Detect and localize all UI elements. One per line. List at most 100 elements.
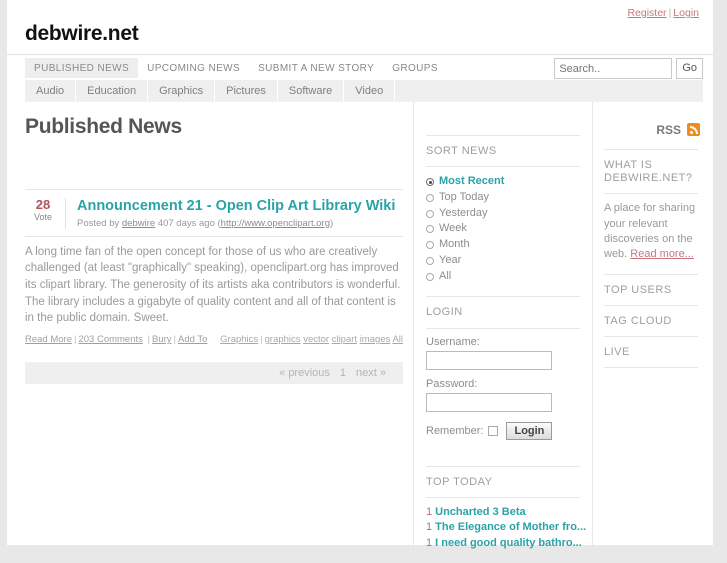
sort-news-body: Most Recent Top Today Yesterday Week Mon…: [426, 167, 588, 296]
story-action-links: Read More | 203 Comments | Bury | Add To Grap…: [25, 334, 409, 345]
category-education[interactable]: Education: [76, 80, 149, 102]
pagination: « previous 1 next »: [25, 362, 403, 385]
middle-sidebar: SORT NEWS Most Recent Top Today Yesterda…: [413, 102, 588, 563]
story-tags: Graphics | graphics vector clipart images …: [220, 334, 403, 345]
story-actions-left: Read More | 203 Comments | Bury | Add To: [25, 334, 207, 345]
sort-option-week[interactable]: Week: [426, 221, 588, 237]
comments-link[interactable]: 203 Comments: [78, 334, 142, 345]
remember-checkbox[interactable]: [488, 425, 499, 436]
sort-option-label: Week: [439, 222, 467, 235]
radio-icon[interactable]: [426, 272, 434, 281]
category-audio[interactable]: Audio: [25, 80, 77, 102]
top-today-link[interactable]: Uncharted 3 Beta: [435, 506, 525, 518]
top-today-heading: TOP TODAY: [426, 465, 580, 498]
tag-all[interactable]: All: [392, 334, 403, 345]
nav-link-groups[interactable]: GROUPS: [383, 58, 447, 78]
username-label: Username:: [426, 335, 480, 348]
tag-vector[interactable]: vector: [303, 334, 329, 345]
sort-options-list: Most Recent Top Today Yesterday Week Mon…: [426, 174, 588, 284]
login-link[interactable]: Login: [673, 7, 699, 19]
nav-item-groups[interactable]: GROUPS: [383, 58, 447, 78]
about-text: A place for sharing your relevant discov…: [604, 194, 704, 274]
live-heading[interactable]: LIVE: [604, 337, 698, 369]
sort-option-yesterday[interactable]: Yesterday: [426, 206, 588, 222]
top-today-link[interactable]: I need good quality bathro...: [435, 537, 582, 549]
search-area: Go: [554, 58, 703, 79]
radio-icon[interactable]: [426, 209, 434, 218]
category-bar: Audio Education Graphics Pictures Softwa…: [25, 80, 703, 102]
top-users-heading[interactable]: TOP USERS: [604, 273, 698, 306]
pagination-next[interactable]: next »: [351, 367, 391, 379]
radio-icon[interactable]: [426, 178, 434, 187]
tag-clipart[interactable]: clipart: [332, 334, 357, 345]
register-link[interactable]: Register: [627, 7, 666, 19]
username-field[interactable]: [426, 350, 552, 370]
bury-link[interactable]: Bury: [152, 334, 172, 345]
page-title-row: Published News: [25, 102, 409, 137]
page-container: Register | Login debwire.net PUBLISHED NEW…: [7, 0, 713, 563]
tag-category-graphics[interactable]: Graphics: [220, 334, 258, 345]
top-today-list: 1 Uncharted 3 Beta 1 The Elegance of Mothe…: [426, 505, 588, 551]
about-read-more-link[interactable]: Read more...: [630, 248, 694, 260]
sort-option-label: Year: [439, 253, 462, 266]
nav-link-published-news[interactable]: PUBLISHED NEWS: [25, 58, 139, 78]
tag-cloud-heading[interactable]: TAG CLOUD: [604, 306, 698, 338]
nav-item-published-news[interactable]: PUBLISHED NEWS: [25, 58, 139, 78]
read-more-link[interactable]: Read More: [25, 334, 72, 345]
remember-row: Remember: Login: [426, 421, 588, 440]
category-pictures[interactable]: Pictures: [215, 80, 278, 102]
top-today-link[interactable]: The Elegance of Mother fro...: [435, 521, 586, 533]
nav-link-upcoming-news[interactable]: UPCOMING NEWS: [138, 58, 249, 78]
sort-option-month[interactable]: Month: [426, 237, 588, 253]
pagination-previous[interactable]: « previous: [274, 367, 335, 379]
sort-option-label: Top Today: [439, 190, 489, 203]
sort-option-label: Yesterday: [439, 206, 488, 219]
radio-icon[interactable]: [426, 256, 434, 265]
vote-box[interactable]: 28 Vote: [25, 198, 66, 229]
story-meta: Posted by debwire 407 days ago (http://w…: [77, 218, 395, 229]
nav-item-submit-story[interactable]: SUBMIT A NEW STORY: [249, 58, 383, 78]
action-sep-2: |: [144, 334, 150, 346]
pagination-current-page: 1: [339, 367, 347, 380]
rss-icon[interactable]: [687, 123, 700, 137]
list-item: 1I need good quality bathro...: [426, 536, 588, 551]
sort-option-top-today[interactable]: Top Today: [426, 190, 588, 206]
login-body: Username: Password: Remember: Login: [426, 329, 588, 452]
vote-label[interactable]: Vote: [25, 212, 61, 224]
nav-item-upcoming-news[interactable]: UPCOMING NEWS: [138, 58, 249, 78]
remember-label: Remember:: [426, 424, 484, 437]
story-header: 28 Vote Announcement 21 - Open Clip Art …: [25, 189, 403, 237]
category-software[interactable]: Software: [278, 80, 345, 102]
category-video[interactable]: Video: [344, 80, 396, 102]
story-title-link[interactable]: Announcement 21 - Open Clip Art Library …: [77, 198, 395, 215]
radio-icon[interactable]: [426, 225, 434, 234]
rss-row: RSS: [604, 102, 704, 137]
search-input[interactable]: [554, 58, 673, 79]
login-heading: LOGIN: [426, 296, 580, 329]
sort-option-label: All: [439, 269, 452, 282]
story-posted-by-label: Posted by: [77, 217, 120, 229]
password-field[interactable]: [426, 392, 552, 412]
story-author-link[interactable]: debwire: [122, 218, 155, 229]
sort-option-all[interactable]: All: [426, 269, 588, 285]
tag-images[interactable]: images: [360, 334, 391, 345]
site-logo[interactable]: debwire.net: [25, 23, 713, 44]
main-navigation: PUBLISHED NEWS UPCOMING NEWS SUBMIT A NE…: [7, 54, 713, 80]
category-graphics[interactable]: Graphics: [148, 80, 216, 102]
about-heading: WHAT IS DEBWIRE.NET?: [604, 148, 698, 195]
story-source-link[interactable]: http://www.openclipart.org: [221, 218, 330, 229]
radio-icon[interactable]: [426, 193, 434, 202]
sort-option-year[interactable]: Year: [426, 253, 588, 269]
nav-link-submit-story[interactable]: SUBMIT A NEW STORY: [249, 58, 383, 78]
add-to-link[interactable]: Add To: [178, 334, 207, 345]
tag-graphics[interactable]: graphics: [265, 334, 301, 345]
search-go-button[interactable]: Go: [676, 58, 703, 79]
secondary-headings-block: TOP USERS TAG CLOUD LIVE: [604, 273, 704, 369]
right-sidebar: RSS WHAT IS DEBWIRE.NET? A place for sha…: [592, 102, 704, 563]
story-header-body: Announcement 21 - Open Clip Art Library …: [66, 198, 395, 229]
sort-option-most-recent[interactable]: Most Recent: [426, 174, 588, 190]
rss-label[interactable]: RSS: [656, 123, 681, 137]
radio-icon[interactable]: [426, 241, 434, 250]
sort-news-block: SORT NEWS Most Recent Top Today Yesterda…: [426, 135, 588, 296]
login-submit-button[interactable]: Login: [506, 421, 553, 440]
